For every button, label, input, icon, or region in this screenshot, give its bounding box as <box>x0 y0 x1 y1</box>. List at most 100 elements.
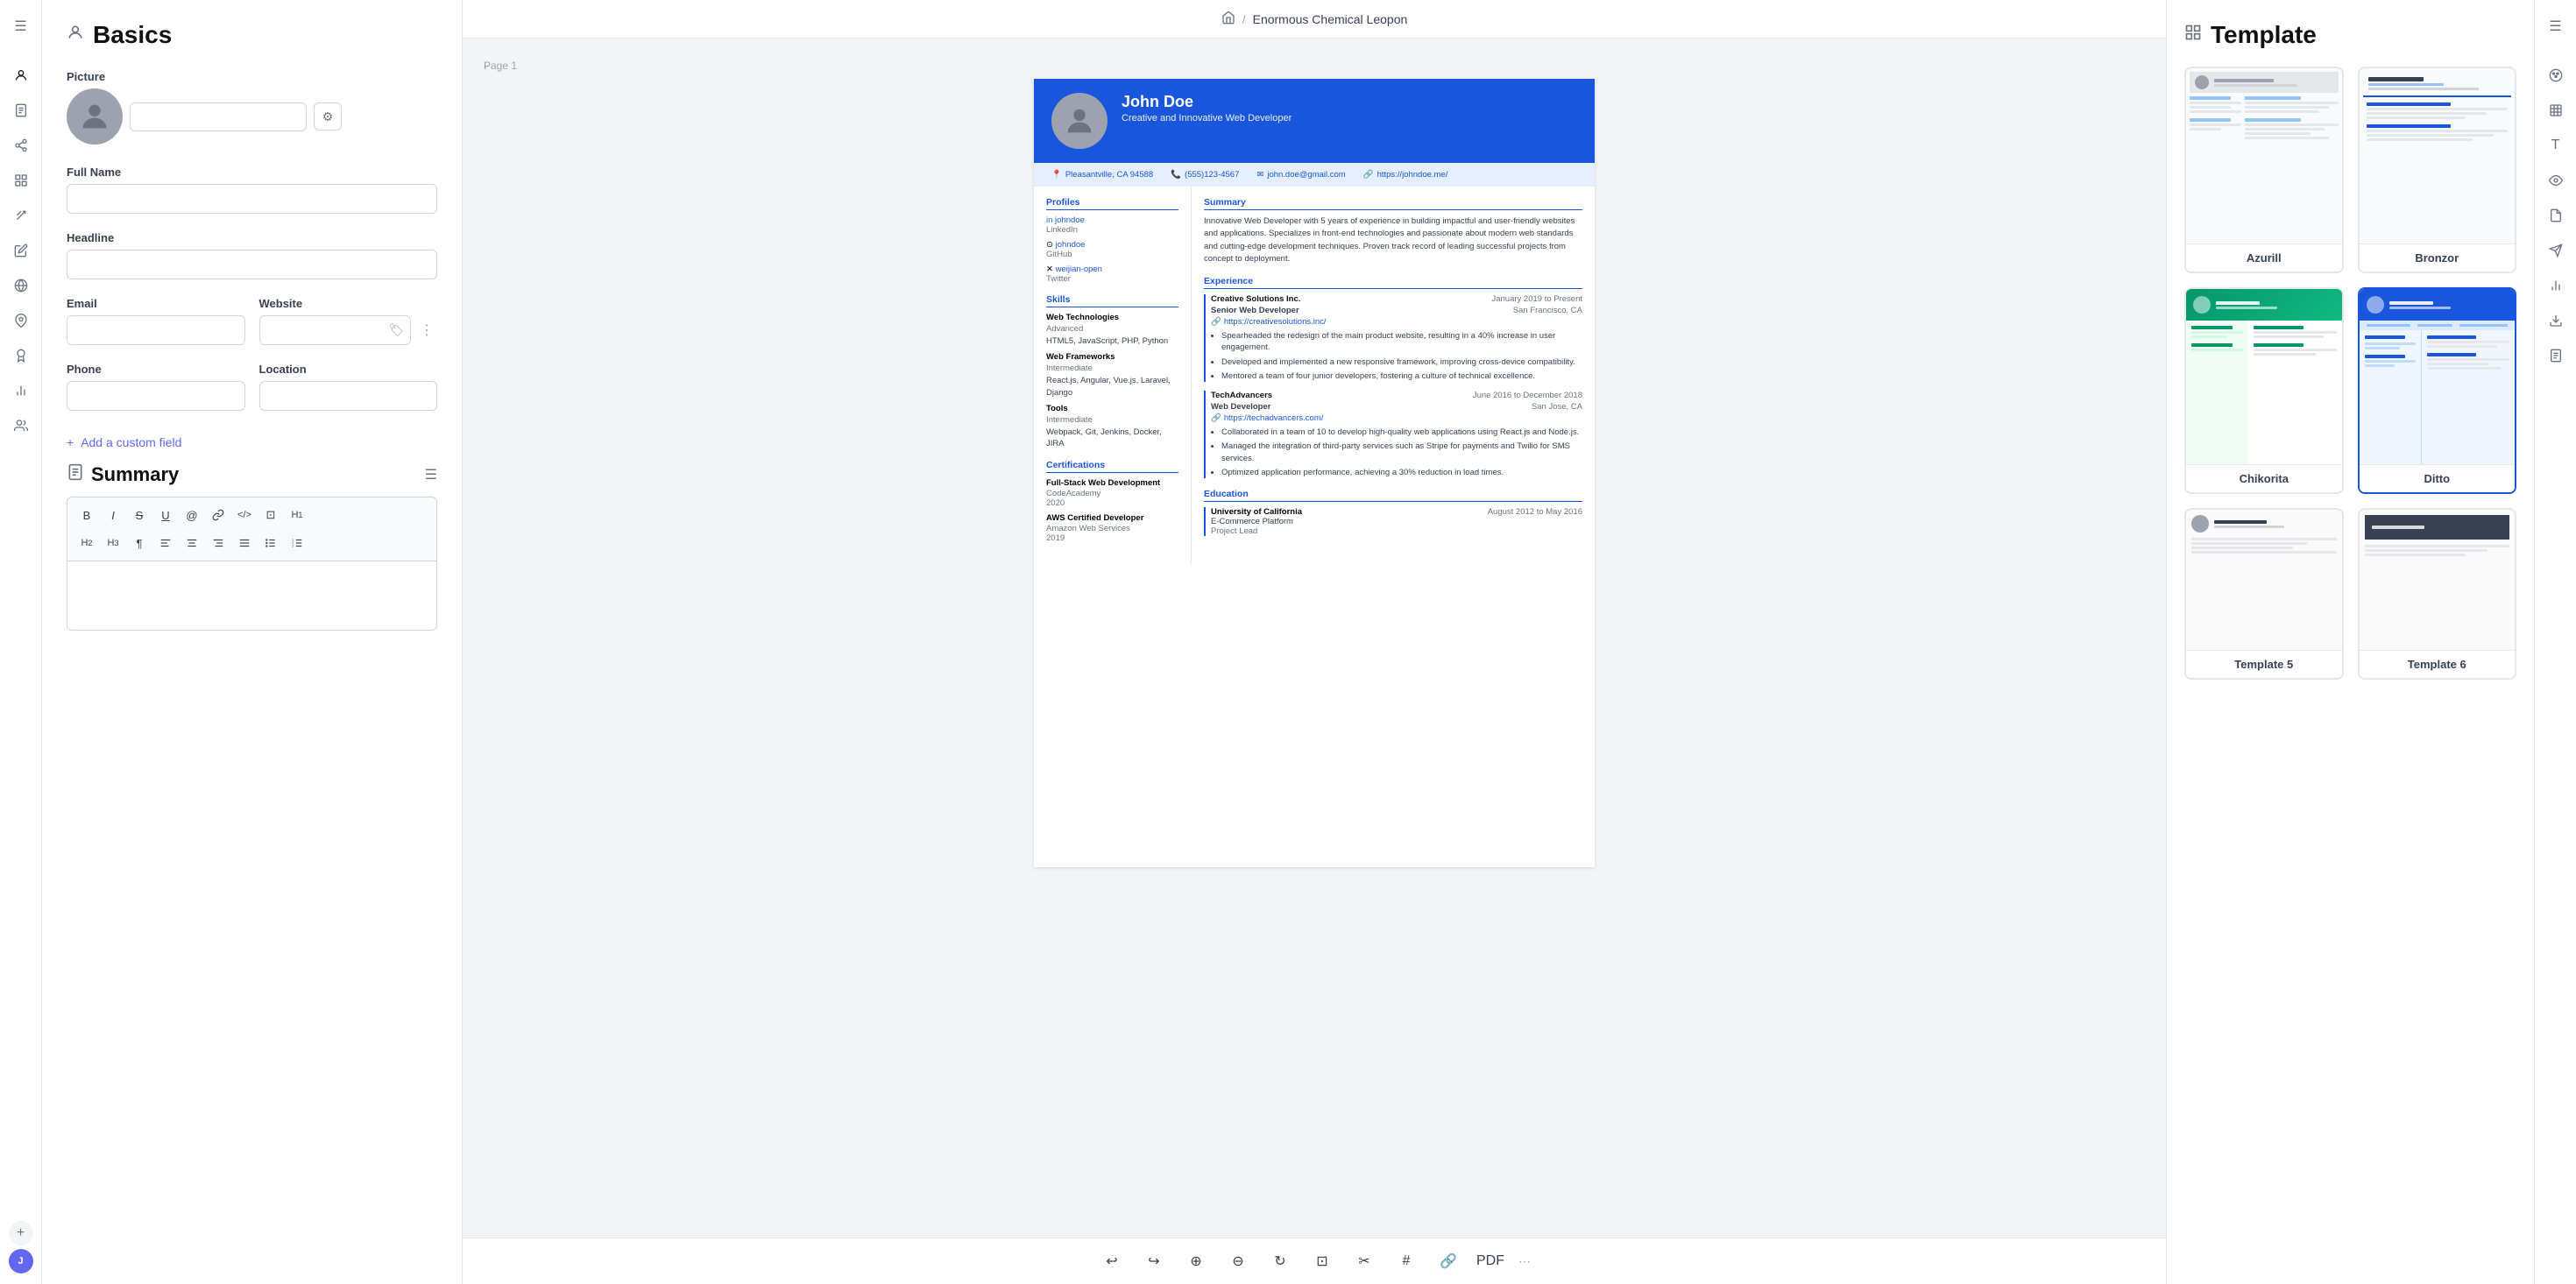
hash-button[interactable]: # <box>1392 1247 1420 1275</box>
full-name-input[interactable]: John Doe <box>67 184 437 214</box>
h2-button[interactable]: H2 <box>74 531 99 555</box>
crop-button[interactable]: ✂ <box>1350 1247 1378 1275</box>
location-input[interactable]: Pleasantville, CA 945 <box>259 381 438 411</box>
right-table-icon[interactable] <box>2540 95 2572 126</box>
exp2-bullet-1: Collaborated in a team of 10 to develop … <box>1221 427 1582 438</box>
link-button[interactable] <box>206 503 230 527</box>
picture-url-input[interactable]: https://i.imgur.com/HgwyOuJ.jpg <box>130 102 307 131</box>
pencil-nav-icon[interactable] <box>5 235 37 266</box>
rotate-button[interactable]: ↻ <box>1266 1247 1294 1275</box>
email-section: Email john.doe@gmail.com <box>67 297 245 345</box>
right-palette-icon[interactable] <box>2540 60 2572 91</box>
share-nav-icon[interactable] <box>5 130 37 161</box>
template-bronzor[interactable]: Bronzor <box>2358 67 2517 273</box>
bold-button[interactable]: B <box>74 503 99 527</box>
location-nav-icon[interactable] <box>5 305 37 336</box>
preview-scroll[interactable]: Page 1 John Doe Creative and Innovative … <box>463 39 2166 1238</box>
template-azurill[interactable]: Azurill <box>2184 67 2344 273</box>
right-share-icon[interactable] <box>2540 235 2572 266</box>
template-chikorita[interactable]: Chikorita <box>2184 287 2344 494</box>
h3-button[interactable]: H3 <box>101 531 125 555</box>
person-icon <box>67 24 84 46</box>
svg-text:3: 3 <box>292 545 294 548</box>
template-ditto[interactable]: Ditto <box>2358 287 2517 494</box>
add-custom-field-button[interactable]: + Add a custom field <box>67 428 437 456</box>
resume-certs-section: Certifications Full-Stack Web Developmen… <box>1046 460 1178 543</box>
summary-editor[interactable] <box>67 561 437 631</box>
code-button[interactable]: </> <box>232 503 257 527</box>
linkedin-link[interactable]: johndoe <box>1055 215 1085 225</box>
basics-panel: Basics Picture https://i.imgur.com/HgwyO… <box>42 0 463 1284</box>
pdf-button[interactable]: PDF <box>1476 1247 1504 1275</box>
sidebar-toggle-icon[interactable]: ☰ <box>5 11 37 42</box>
add-resume-button[interactable]: + <box>9 1221 33 1245</box>
right-chart-icon[interactable] <box>2540 270 2572 301</box>
link-tool-button[interactable]: 🔗 <box>1434 1247 1462 1275</box>
unordered-list-button[interactable] <box>258 531 283 555</box>
right-document-icon[interactable] <box>2540 200 2572 231</box>
template-6[interactable]: Template 6 <box>2358 508 2517 680</box>
phone-section: Phone (555) 123-4567 <box>67 363 245 411</box>
align-left-button[interactable] <box>153 531 178 555</box>
github-link[interactable]: johndoe <box>1056 240 1086 250</box>
h1-button[interactable]: H1 <box>285 503 309 527</box>
website-menu-button[interactable]: ⋮ <box>416 318 437 342</box>
right-toggle-icon[interactable]: ☰ <box>2540 11 2572 42</box>
phone-input[interactable]: (555) 123-4567 <box>67 381 245 411</box>
azurill-thumb <box>2186 68 2342 243</box>
profile-linkedin: in johndoe LinkedIn <box>1046 215 1178 235</box>
template-panel: Template <box>2166 0 2534 1284</box>
fullscreen-button[interactable]: ⊡ <box>1308 1247 1336 1275</box>
block-button[interactable]: ⊡ <box>258 503 283 527</box>
strikethrough-button[interactable]: S <box>127 503 152 527</box>
align-right-button[interactable] <box>206 531 230 555</box>
zoom-in-button[interactable]: ⊕ <box>1182 1247 1210 1275</box>
skills-title: Skills <box>1046 294 1178 307</box>
picture-settings-button[interactable]: ⚙ <box>314 102 342 131</box>
right-eye-icon[interactable] <box>2540 165 2572 196</box>
wand-nav-icon[interactable] <box>5 200 37 231</box>
align-center-button[interactable] <box>180 531 204 555</box>
undo-button[interactable]: ↩ <box>1098 1247 1126 1275</box>
zoom-out-button[interactable]: ⊖ <box>1224 1247 1252 1275</box>
exp2-link: 🔗https://techadvancers.com/ <box>1211 413 1582 423</box>
website-label: Website <box>259 297 438 310</box>
breadcrumb-separator: / <box>1242 12 1246 26</box>
more-options-button[interactable]: ⋯ <box>1518 1254 1531 1269</box>
cert-1: Full-Stack Web Development CodeAcademy 2… <box>1046 478 1178 508</box>
experience-1: Creative Solutions Inc. January 2019 to … <box>1204 294 1582 382</box>
grid-nav-icon[interactable] <box>5 165 37 196</box>
resume-phone: 📞 (555)123-4567 <box>1171 170 1239 180</box>
italic-button[interactable]: I <box>101 503 125 527</box>
person-nav-icon[interactable] <box>5 60 37 91</box>
redo-button[interactable]: ↪ <box>1140 1247 1168 1275</box>
document-nav-icon[interactable] <box>5 95 37 126</box>
template-title-section: Template <box>2184 21 2516 49</box>
user-avatar[interactable]: J <box>9 1249 33 1273</box>
resume-contact-bar: 📍 Pleasantville, CA 94588 📞 (555)123-456… <box>1034 163 1595 187</box>
twitter-link[interactable]: weijian-open <box>1056 265 1102 274</box>
home-icon[interactable] <box>1221 11 1235 27</box>
headline-input[interactable]: Creative and Innovative Web Developer <box>67 250 437 279</box>
template6-name: Template 6 <box>2360 650 2516 678</box>
website-tag-icon[interactable]: 🏷 <box>388 323 404 338</box>
translate-nav-icon[interactable] <box>5 270 37 301</box>
right-text-icon[interactable]: T <box>2540 130 2572 161</box>
exp1-bullets: Spearheaded the redesign of the main pro… <box>1221 330 1582 382</box>
template-5[interactable]: Template 5 <box>2184 508 2344 680</box>
summary-menu-icon[interactable]: ☰ <box>425 466 437 483</box>
certificate-nav-icon[interactable] <box>5 340 37 371</box>
chart-nav-icon[interactable] <box>5 375 37 406</box>
exp1-header: Creative Solutions Inc. January 2019 to … <box>1211 294 1582 304</box>
right-download-icon[interactable] <box>2540 305 2572 336</box>
underline-button[interactable]: U <box>153 503 178 527</box>
email-website-row: Email john.doe@gmail.com Website https:/… <box>67 297 437 345</box>
doc-icon <box>67 463 84 486</box>
mention-button[interactable]: @ <box>180 503 204 527</box>
right-settings-icon[interactable] <box>2540 340 2572 371</box>
justify-button[interactable] <box>232 531 257 555</box>
paragraph-button[interactable]: ¶ <box>127 531 152 555</box>
users-nav-icon[interactable] <box>5 410 37 441</box>
email-input[interactable]: john.doe@gmail.com <box>67 315 245 345</box>
ordered-list-button[interactable]: 123 <box>285 531 309 555</box>
